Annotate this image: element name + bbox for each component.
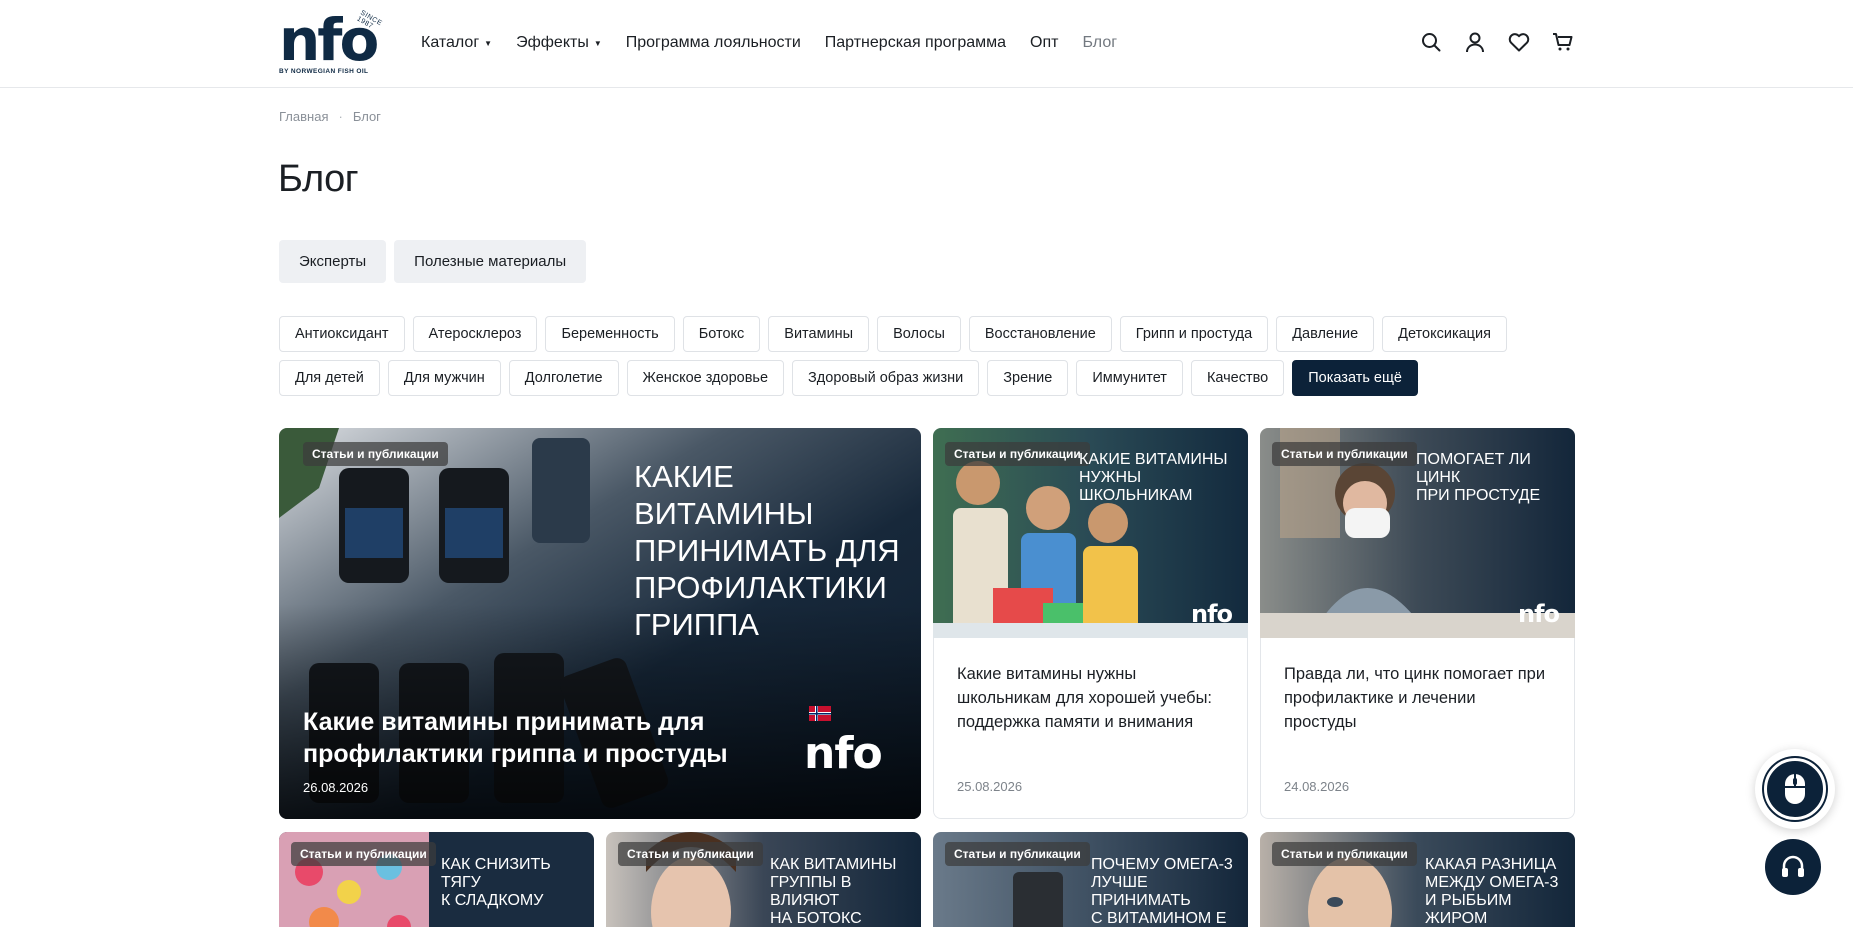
heart-icon[interactable] — [1508, 30, 1530, 54]
tag-button[interactable]: Витамины — [768, 316, 870, 352]
tag-button[interactable]: Для детей — [279, 360, 380, 396]
breadcrumb-current: Блог — [352, 109, 381, 124]
header-icons — [1420, 30, 1574, 54]
image-caption: КАК ВИТАМИНЫ ГРУППЫ В ВЛИЯЮТ НА БОТОКС — [770, 856, 897, 927]
breadcrumb-home[interactable]: Главная — [279, 109, 328, 124]
nav-wholesale[interactable]: Опт — [1030, 34, 1058, 52]
tag-button[interactable]: Зрение — [987, 360, 1069, 396]
nav-catalog[interactable]: Каталог ▼ — [421, 34, 492, 52]
search-icon[interactable] — [1420, 30, 1442, 54]
article-date: 25.08.2026 — [957, 779, 1023, 794]
tag-button[interactable]: Беременность — [545, 316, 675, 352]
image-caption: ПОЧЕМУ ОМЕГА-3 ЛУЧШЕ ПРИНИМАТЬ С ВИТАМИН… — [1091, 856, 1233, 927]
page-title: Блог — [278, 158, 359, 200]
category-badge: Статьи и публикации — [1272, 842, 1417, 866]
article-title: Какие витамины принимать для профилактик… — [303, 708, 728, 768]
nav-partner[interactable]: Партнерская программа — [825, 34, 1006, 52]
logo[interactable]: nfo SINCE 1987 BY NORWEGIAN FISH OIL — [279, 9, 387, 78]
image-caption: ПОМОГАЕТ ЛИ ЦИНК ПРИ ПРОСТУДЕ — [1416, 451, 1541, 504]
tag-button[interactable]: Атеросклероз — [412, 316, 538, 352]
tag-button[interactable]: Иммунитет — [1076, 360, 1183, 396]
support-button[interactable] — [1765, 839, 1821, 895]
category-badge: Статьи и публикации — [291, 842, 436, 866]
image-caption: КАКИЕ ВИТАМИНЫ ПРИНИМАТЬ ДЛЯ ПРОФИЛАКТИК… — [634, 459, 900, 642]
tag-button[interactable]: Антиоксидант — [279, 316, 405, 352]
breadcrumb: Главная · Блог — [279, 109, 381, 124]
tag-filter: Антиоксидант Атеросклероз Беременность Б… — [279, 316, 1579, 396]
category-badge: Статьи и публикации — [945, 842, 1090, 866]
chevron-down-icon: ▼ — [593, 38, 602, 48]
tag-button[interactable]: Грипп и простуда — [1119, 316, 1269, 352]
nav-loyalty[interactable]: Программа лояльности — [626, 34, 801, 52]
image-caption: КАКИЕ ВИТАМИНЫ НУЖНЫ ШКОЛЬНИКАМ — [1079, 451, 1228, 504]
cart-icon[interactable] — [1552, 30, 1574, 54]
headset-icon — [1782, 855, 1804, 877]
tag-button[interactable]: Качество — [1190, 360, 1285, 396]
article-card[interactable]: Статьи и публикации ПОЧЕМУ ОМЕГА-3 ЛУЧШЕ… — [933, 832, 1248, 927]
category-badge: Статьи и публикации — [618, 842, 763, 866]
breadcrumb-separator: · — [338, 109, 343, 124]
scroll-button[interactable] — [1755, 749, 1835, 829]
image-caption: КАКАЯ РАЗНИЦА МЕЖДУ ОМЕГА-3 И РЫБЬИМ ЖИР… — [1425, 856, 1559, 927]
nfo-logo: nfo — [1191, 600, 1233, 628]
tag-button[interactable]: Долголетие — [508, 360, 619, 396]
article-date: 24.08.2026 — [1284, 779, 1350, 794]
category-badge: Статьи и публикации — [303, 442, 448, 466]
tag-button[interactable]: Волосы — [877, 316, 961, 352]
hero-article-card[interactable]: nfo Статьи и публикации КАКИЕ ВИТАМИНЫ П… — [279, 428, 921, 819]
tag-button[interactable]: Ботокс — [682, 316, 761, 352]
nfo-logo: nfo — [1518, 600, 1560, 628]
tab-experts[interactable]: Эксперты — [279, 240, 387, 283]
site-header: nfo SINCE 1987 BY NORWEGIAN FISH OIL Кат… — [0, 0, 1853, 88]
article-card[interactable]: nfo Статьи и публикации ПОМОГАЕТ ЛИ ЦИНК… — [1260, 428, 1575, 819]
tag-button[interactable]: Давление — [1276, 316, 1375, 352]
tag-button[interactable]: Для мужчин — [387, 360, 501, 396]
nav-label: Каталог — [421, 34, 480, 51]
chevron-down-icon: ▼ — [484, 38, 493, 48]
tag-button[interactable]: Восстановление — [968, 316, 1112, 352]
image-caption: КАК СНИЗИТЬ ТЯГУ К СЛАДКОМУ — [441, 856, 551, 909]
article-date: 26.08.2026 — [303, 780, 369, 795]
article-title: Правда ли, что цинк помогает при профила… — [1284, 665, 1546, 731]
article-card[interactable]: Статьи и публикации КАК ВИТАМИНЫ ГРУППЫ … — [606, 832, 921, 927]
nav-effects[interactable]: Эффекты ▼ — [516, 34, 602, 52]
article-card[interactable]: Статьи и публикации КАКАЯ РАЗНИЦА МЕЖДУ … — [1260, 832, 1575, 927]
scroll-mouse-icon — [1764, 758, 1826, 820]
card-body: Какие витамины нужны школьникам для хоро… — [933, 638, 1248, 819]
section-tabs: Эксперты Полезные материалы — [279, 240, 587, 283]
tab-useful-materials[interactable]: Полезные материалы — [394, 240, 587, 283]
main-nav: Каталог ▼ Эффекты ▼ Программа лояльности П… — [421, 34, 1141, 52]
article-card[interactable]: nfo Статьи и публикации КАКИЕ ВИТАМИНЫ Н… — [933, 428, 1248, 819]
card-body: Правда ли, что цинк помогает при профила… — [1260, 638, 1575, 819]
article-title: Какие витамины нужны школьникам для хоро… — [957, 665, 1213, 731]
tag-button[interactable]: Детоксикация — [1382, 316, 1507, 352]
show-more-button[interactable]: Показать ещё — [1292, 360, 1418, 396]
category-badge: Статьи и публикации — [1272, 442, 1417, 466]
category-badge: Статьи и публикации — [945, 442, 1090, 466]
article-card[interactable]: Статьи и публикации КАК СНИЗИТЬ ТЯГУ К С… — [279, 832, 594, 927]
nav-blog[interactable]: Блог — [1082, 34, 1117, 52]
tag-button[interactable]: Здоровый образ жизни — [792, 360, 980, 396]
user-icon[interactable] — [1464, 30, 1486, 54]
tag-button[interactable]: Женское здоровье — [626, 360, 785, 396]
logo-tagline: BY NORWEGIAN FISH OIL — [279, 68, 369, 75]
nav-label: Эффекты — [516, 34, 589, 51]
